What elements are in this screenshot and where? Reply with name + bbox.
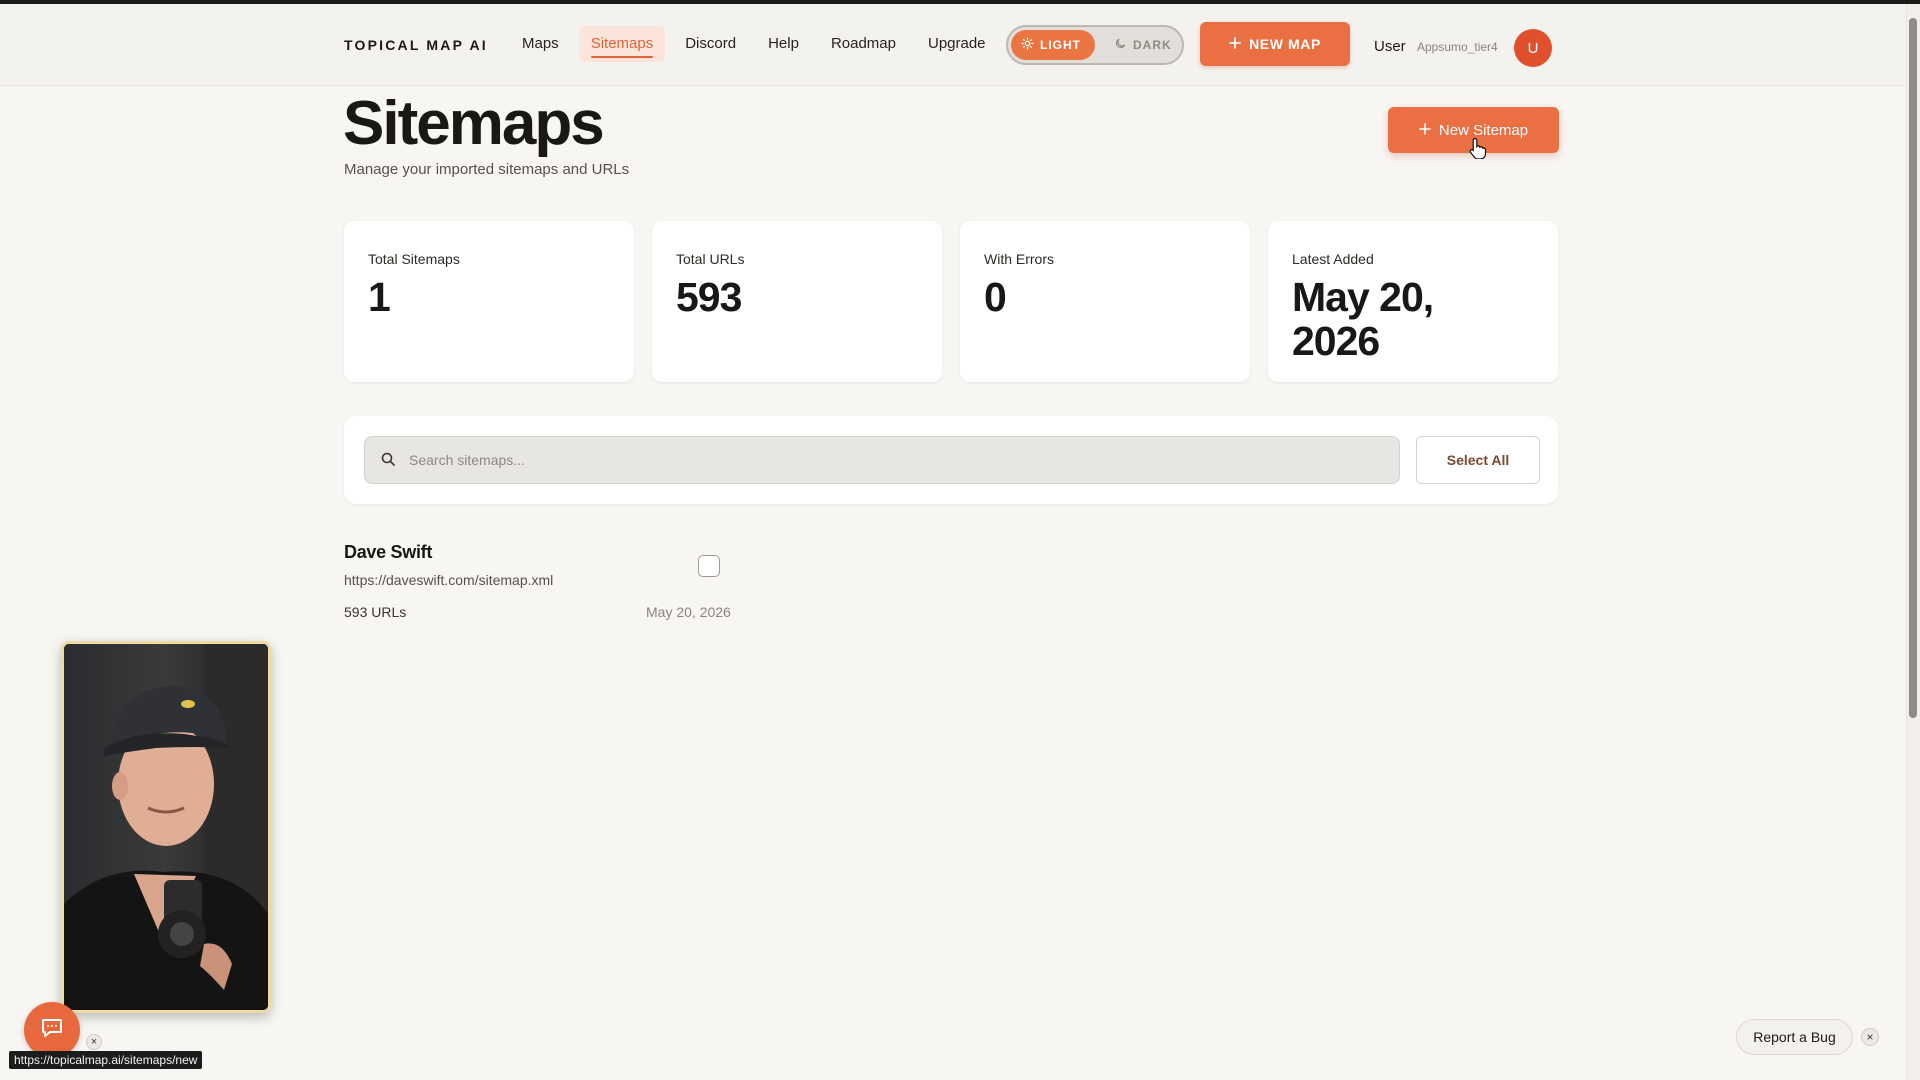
stat-label: Total Sitemaps bbox=[368, 251, 460, 267]
search-input[interactable] bbox=[409, 437, 1379, 483]
report-bug-close-icon[interactable]: × bbox=[1861, 1028, 1879, 1046]
sitemap-list-item[interactable]: Dave Swift https://daveswift.com/sitemap… bbox=[344, 538, 764, 628]
theme-option-light[interactable]: LIGHT bbox=[1011, 30, 1095, 60]
top-navigation: TOPICAL MAP AI Maps Sitemaps Discord Hel… bbox=[0, 4, 1906, 86]
theme-option-dark[interactable]: DARK bbox=[1104, 30, 1180, 60]
page-scrollbar[interactable] bbox=[1906, 4, 1920, 1080]
moon-icon bbox=[1114, 37, 1127, 53]
stats-row: Total Sitemaps 1 Total URLs 593 With Err… bbox=[344, 221, 1558, 382]
page-title: Sitemaps bbox=[343, 89, 605, 158]
theme-light-label: LIGHT bbox=[1040, 38, 1081, 52]
stat-card-total-sitemaps: Total Sitemaps 1 bbox=[344, 221, 634, 382]
sun-icon bbox=[1021, 37, 1034, 53]
select-all-button[interactable]: Select All bbox=[1416, 436, 1540, 484]
chat-button[interactable] bbox=[24, 1002, 80, 1058]
stat-label: Total URLs bbox=[676, 251, 745, 267]
stat-card-total-urls: Total URLs 593 bbox=[652, 221, 942, 382]
report-bug-button[interactable]: Report a Bug bbox=[1736, 1019, 1853, 1055]
brand-logo[interactable]: TOPICAL MAP AI bbox=[344, 37, 488, 53]
new-map-label: NEW MAP bbox=[1249, 36, 1321, 52]
new-map-button[interactable]: NEW MAP bbox=[1200, 22, 1350, 66]
link-status-url: https://topicalmap.ai/sitemaps/new bbox=[9, 1051, 203, 1069]
sitemap-date: May 20, 2026 bbox=[646, 604, 731, 620]
sitemap-select-checkbox[interactable] bbox=[698, 555, 720, 577]
webcam-presenter-image bbox=[64, 644, 268, 1010]
stat-label: Latest Added bbox=[1292, 251, 1374, 267]
theme-toggle[interactable]: LIGHT DARK bbox=[1006, 25, 1184, 65]
webcam-overlay bbox=[61, 641, 271, 1013]
stat-value: 593 bbox=[676, 274, 742, 320]
chat-icon bbox=[40, 1017, 64, 1044]
nav-link-discord[interactable]: Discord bbox=[673, 26, 748, 62]
stat-label: With Errors bbox=[984, 251, 1054, 267]
stat-value: 1 bbox=[368, 274, 391, 320]
stat-value: May 20, 2026 bbox=[1292, 274, 1434, 364]
page-subtitle: Manage your imported sitemaps and URLs bbox=[344, 161, 630, 178]
new-sitemap-label: New Sitemap bbox=[1438, 121, 1529, 139]
search-icon bbox=[381, 452, 395, 471]
user-avatar[interactable]: U bbox=[1514, 29, 1552, 67]
nav-link-sitemaps[interactable]: Sitemaps bbox=[578, 26, 666, 62]
user-plan-name: Appsumo_tier4 bbox=[1417, 40, 1498, 54]
nav-link-help[interactable]: Help bbox=[756, 26, 811, 62]
nav-link-roadmap[interactable]: Roadmap bbox=[819, 26, 908, 62]
nav-links: Maps Sitemaps Discord Help Roadmap Upgra… bbox=[510, 26, 998, 62]
nav-link-upgrade[interactable]: Upgrade bbox=[916, 26, 998, 62]
stat-value: 0 bbox=[984, 274, 1007, 320]
scrollbar-thumb[interactable] bbox=[1909, 18, 1917, 718]
theme-dark-label: DARK bbox=[1133, 38, 1172, 52]
sitemap-url: https://daveswift.com/sitemap.xml bbox=[344, 572, 554, 588]
search-box[interactable] bbox=[364, 436, 1400, 484]
pointer-cursor-icon bbox=[1469, 137, 1487, 164]
plus-icon bbox=[1229, 36, 1241, 52]
search-panel: Select All bbox=[344, 416, 1558, 504]
stat-card-latest-added: Latest Added May 20, 2026 bbox=[1268, 221, 1558, 382]
chat-close-icon[interactable]: × bbox=[86, 1034, 102, 1050]
user-label: User bbox=[1374, 38, 1406, 55]
plus-icon bbox=[1419, 122, 1431, 139]
nav-link-maps[interactable]: Maps bbox=[510, 26, 571, 62]
stat-card-with-errors: With Errors 0 bbox=[960, 221, 1250, 382]
sitemap-name[interactable]: Dave Swift bbox=[344, 542, 432, 563]
sitemap-url-count: 593 URLs bbox=[344, 604, 407, 620]
